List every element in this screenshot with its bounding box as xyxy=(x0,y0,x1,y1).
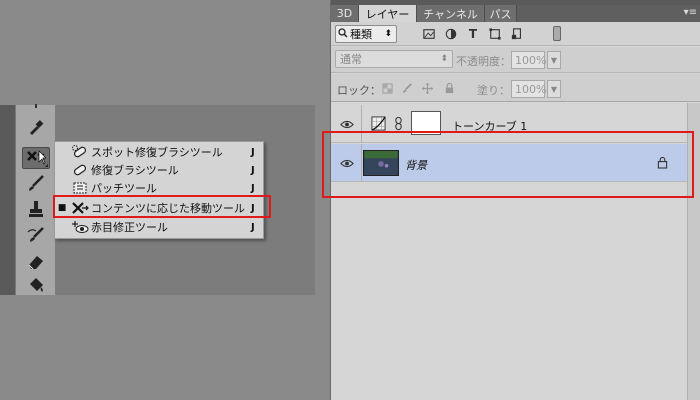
patch-icon xyxy=(69,180,91,196)
select-arrows-icon: ⬍ xyxy=(440,54,448,64)
filter-type-icon[interactable]: T xyxy=(465,26,481,42)
layer-filter-row: 種類 ⬍ T xyxy=(331,22,700,46)
fill-label: 塗り： xyxy=(477,84,510,97)
shortcut-key: J xyxy=(251,182,255,194)
filter-smart-object-icon[interactable] xyxy=(509,26,525,42)
healing-brush-icon xyxy=(69,162,91,178)
lock-transparent-icon[interactable] xyxy=(379,80,395,96)
opacity-field[interactable]: 100% xyxy=(511,51,546,69)
shortcut-key: J xyxy=(251,164,255,176)
stamp-icon xyxy=(26,200,46,221)
flyout-item-label: 赤目修正ツール xyxy=(91,221,168,234)
red-eye-icon xyxy=(69,219,91,235)
lock-position-icon[interactable] xyxy=(419,80,435,96)
eraser-tool[interactable] xyxy=(22,251,50,273)
shortcut-key: J xyxy=(251,221,255,233)
search-icon xyxy=(336,27,350,41)
spot-healing-brush-icon xyxy=(69,144,91,160)
flyout-item-label: パッチツール xyxy=(91,182,157,195)
blend-mode-value: 通常 xyxy=(340,53,362,66)
tab-layers[interactable]: レイヤー xyxy=(359,5,417,22)
lock-row: ロック： 塗り： 100% ▼ xyxy=(331,74,700,102)
subtools-indicator xyxy=(45,164,48,167)
filter-adjustment-icon[interactable] xyxy=(443,26,459,42)
opacity-label: 不透明度： xyxy=(456,55,511,68)
tools-panel xyxy=(15,104,55,297)
flyout-item-label: スポット修復ブラシツール xyxy=(91,146,223,159)
fill-field[interactable]: 100% xyxy=(511,80,546,98)
lock-image-icon[interactable] xyxy=(399,80,415,96)
filter-kind-select[interactable]: 種類 ⬍ xyxy=(335,25,397,43)
filter-kind-label: 種類 xyxy=(350,28,372,41)
history-brush-icon xyxy=(26,226,46,247)
filter-pixel-icon[interactable] xyxy=(421,26,437,42)
paint-bucket-icon xyxy=(26,276,46,297)
eye-icon[interactable] xyxy=(339,117,355,131)
blend-row: 通常 ⬍ 不透明度： 100% ▼ xyxy=(331,47,700,73)
eyedropper-icon xyxy=(26,118,46,139)
flyout-item-spot-healing[interactable]: スポット修復ブラシツール J xyxy=(55,143,265,161)
stamp-tool[interactable] xyxy=(22,199,50,221)
filter-toggle[interactable] xyxy=(553,26,561,41)
tab-paths[interactable]: パス xyxy=(485,5,517,22)
content-aware-move-icon xyxy=(26,148,47,169)
lock-label: ロック： xyxy=(337,84,381,97)
brush-tool[interactable] xyxy=(22,173,50,195)
tool-separator xyxy=(22,104,50,110)
highlight-box-content-aware-move xyxy=(53,195,271,218)
flyout-item-red-eye[interactable]: 赤目修正ツール J xyxy=(55,218,265,236)
brush-icon xyxy=(26,174,46,195)
eraser-icon xyxy=(26,252,46,273)
select-arrows-icon: ⬍ xyxy=(384,29,392,39)
lock-all-icon[interactable] xyxy=(441,80,457,96)
toolbar-edge xyxy=(0,105,15,295)
history-brush-tool[interactable] xyxy=(22,225,50,247)
panel-menu-icon[interactable]: ▾≡ xyxy=(684,7,697,18)
filter-shape-icon[interactable] xyxy=(487,26,503,42)
chevron-down-icon[interactable]: ▼ xyxy=(547,80,561,98)
healing-tools-flyout: スポット修復ブラシツール J 修復ブラシツール J パッチツール J ■ コンテ… xyxy=(54,141,264,239)
layers-panel: 3D レイヤー チャンネル パス ▾≡ 種類 ⬍ T 通常 ⬍ 不透明度： 10… xyxy=(330,0,700,400)
flyout-item-label: 修復ブラシツール xyxy=(91,164,179,177)
flyout-item-healing-brush[interactable]: 修復ブラシツール J xyxy=(55,161,265,179)
eyedropper-tool[interactable] xyxy=(22,117,50,139)
tab-3d[interactable]: 3D xyxy=(331,5,359,22)
paint-bucket-tool[interactable] xyxy=(22,275,50,297)
content-aware-move-tool[interactable] xyxy=(22,147,50,169)
blend-mode-select[interactable]: 通常 ⬍ xyxy=(335,50,453,68)
shortcut-key: J xyxy=(251,146,255,158)
tab-channels[interactable]: チャンネル xyxy=(417,5,485,22)
panel-tabbar: 3D レイヤー チャンネル パス ▾≡ xyxy=(331,5,700,22)
chevron-down-icon[interactable]: ▼ xyxy=(547,51,561,69)
highlight-box-layers xyxy=(322,131,694,198)
